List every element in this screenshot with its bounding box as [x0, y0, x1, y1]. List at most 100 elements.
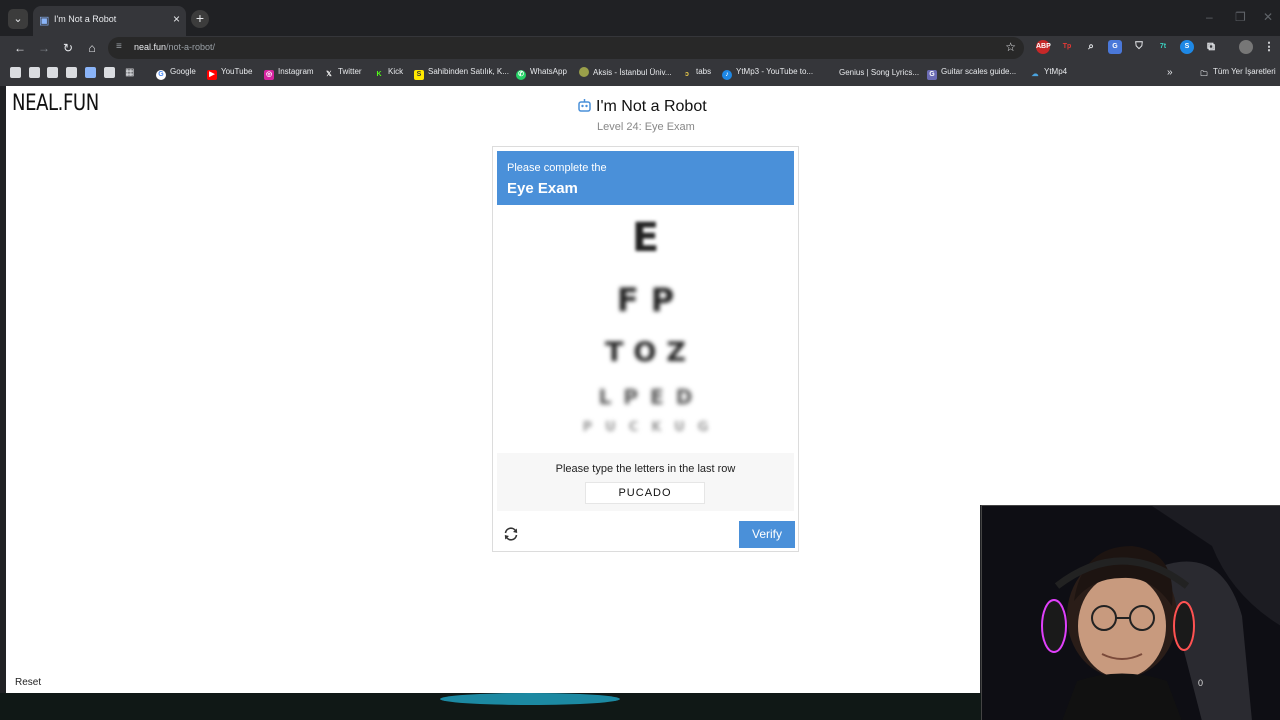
bookmark-guitar[interactable]: G Guitar scales guide...	[927, 67, 1017, 80]
home-icon[interactable]: ⌂	[83, 39, 101, 57]
more-bookmarks-icon[interactable]: »	[1167, 67, 1173, 79]
bookmark-tabs[interactable]: ↄ tabs	[682, 67, 711, 79]
tab-search-icon[interactable]: ⌄	[8, 9, 28, 29]
tabs-icon: ↄ	[685, 71, 689, 78]
back-icon[interactable]: ←	[11, 39, 29, 57]
verify-button[interactable]: Verify	[739, 521, 795, 548]
url-host: neal.fun	[134, 42, 167, 52]
bookmark-square-icon[interactable]	[29, 67, 40, 78]
bookmark-whatsapp[interactable]: ✆ WhatsApp	[516, 67, 567, 80]
answer-area: Please type the letters in the last row	[497, 453, 794, 511]
aksis-icon	[579, 67, 589, 77]
level-subtitle: Level 24: Eye Exam	[597, 121, 695, 133]
sync-extension-icon[interactable]: S	[1180, 40, 1194, 54]
bookmark-aksis[interactable]: Aksis - İstanbul Üniv...	[579, 67, 672, 79]
webcam-person-image	[982, 506, 1280, 720]
bookmark-square-icon[interactable]	[10, 67, 21, 78]
eye-chart-row-5: PUCKUG	[582, 420, 722, 435]
sahibinden-icon: S	[414, 70, 424, 80]
bookmark-kick[interactable]: K Kick	[374, 67, 403, 79]
instagram-icon: ◎	[264, 70, 274, 80]
search-extension-icon[interactable]: ⌕	[1084, 40, 1098, 54]
close-icon[interactable]: ×	[173, 12, 180, 26]
bookmark-square-icon[interactable]	[47, 67, 58, 78]
bookmark-label: Twitter	[338, 67, 362, 76]
eye-chart-row-1: E	[631, 215, 660, 261]
genius-icon	[825, 67, 835, 77]
reset-button[interactable]: Reset	[15, 677, 41, 688]
bookmark-sahibinden[interactable]: S Sahibinden Satılık, K...	[414, 67, 509, 80]
translate-extension-icon[interactable]: G	[1108, 40, 1122, 54]
eye-chart-row-3: TOZ	[605, 337, 696, 368]
active-tab[interactable]: ▣ I'm Not a Robot ×	[33, 6, 186, 36]
robot-icon: ▣	[39, 15, 50, 27]
tab-title: I'm Not a Robot	[54, 14, 117, 24]
guitar-icon: G	[927, 70, 937, 80]
bookmark-square-icon[interactable]	[104, 67, 115, 78]
title-text: I'm Not a Robot	[596, 98, 707, 115]
apps-grid-icon[interactable]: ▦	[125, 67, 134, 79]
bookmark-star-icon[interactable]: ☆	[1005, 40, 1016, 54]
bookmark-twitter[interactable]: 𝕏 Twitter	[324, 67, 362, 79]
forward-icon[interactable]: →	[35, 39, 53, 57]
desktop-glow	[440, 693, 620, 705]
google-icon: G	[156, 70, 166, 80]
minimize-icon[interactable]: –	[1206, 10, 1213, 24]
new-tab-button[interactable]: +	[191, 10, 209, 28]
bookmark-ytmp3[interactable]: ♪ YtMp3 - YouTube to...	[722, 67, 814, 80]
answer-input[interactable]	[585, 482, 705, 504]
folder-icon: 🗀	[1200, 71, 1208, 78]
all-bookmarks-folder[interactable]: 🗀 Tüm Yer İşaretleri	[1199, 67, 1276, 79]
page-content-right	[980, 86, 1280, 505]
site-logo[interactable]: NEAL.FUN	[12, 91, 99, 116]
reload-icon[interactable]: ↻	[59, 39, 77, 57]
refresh-icon[interactable]	[502, 525, 520, 543]
tv-extension-icon[interactable]: 7t	[1156, 40, 1170, 54]
bookmark-label: Genius | Song Lyrics...	[839, 68, 920, 77]
tab-bar: ⌄ ▣ I'm Not a Robot × + – ❐ ✕	[0, 0, 1280, 36]
kick-icon: K	[376, 71, 382, 78]
menu-kebab-icon[interactable]: ⋮	[1262, 40, 1276, 54]
bookmark-label: YouTube	[221, 67, 253, 76]
bookmark-label: Tüm Yer İşaretleri	[1213, 67, 1276, 76]
window-close-icon[interactable]: ✕	[1263, 10, 1273, 24]
bookmark-label: tabs	[696, 67, 712, 76]
captcha-card: Please complete the Eye Exam E FP TOZ LP…	[492, 146, 799, 552]
youtube-icon: ▶	[207, 70, 217, 80]
bookmark-square-icon[interactable]	[85, 67, 96, 78]
webcam-overlay: 0	[981, 505, 1280, 720]
captcha-header-instruction: Please complete the	[507, 162, 607, 174]
adblock-extension-icon[interactable]: ABP	[1036, 40, 1051, 54]
site-info-icon[interactable]: ≡	[116, 41, 122, 52]
browser-toolbar: ← → ↻ ⌂ ≡ neal.fun/not-a-robot/ ☆ ABP Tp…	[0, 36, 1280, 60]
bookmark-label: Instagram	[278, 67, 314, 76]
bookmark-label: Kick	[388, 67, 404, 76]
url-path: /not-a-robot/	[166, 42, 216, 52]
eye-chart-row-2: FP	[616, 281, 687, 319]
eye-chart-row-4: LPED	[598, 385, 705, 409]
extensions-puzzle-icon[interactable]: ⧉	[1204, 40, 1218, 54]
page-title: I'm Not a Robot	[577, 98, 707, 118]
ytmp3-icon: ♪	[722, 70, 732, 80]
captcha-header-title: Eye Exam	[507, 180, 578, 197]
tp-extension-icon[interactable]: Tp	[1060, 40, 1074, 54]
bookmark-instagram[interactable]: ◎ Instagram	[264, 67, 314, 80]
bookmark-square-icon[interactable]	[66, 67, 77, 78]
shield-extension-icon[interactable]: ⛉	[1132, 40, 1146, 54]
profile-avatar-icon[interactable]	[1239, 40, 1253, 54]
bookmark-label: Guitar scales guide...	[941, 67, 1017, 76]
address-bar[interactable]: ≡ neal.fun/not-a-robot/ ☆	[108, 37, 1024, 59]
answer-prompt: Please type the letters in the last row	[555, 463, 736, 475]
bookmark-ytmp4[interactable]: ☁ YtMp4	[1030, 67, 1068, 79]
bookmark-youtube[interactable]: ▶ YouTube	[207, 67, 253, 80]
whatsapp-icon: ✆	[516, 70, 526, 80]
bookmark-label: WhatsApp	[530, 67, 567, 76]
maximize-icon[interactable]: ❐	[1235, 10, 1246, 24]
url-text[interactable]: neal.fun/not-a-robot/	[134, 42, 215, 52]
bookmark-label: YtMp3 - YouTube to...	[736, 67, 814, 76]
bookmark-genius[interactable]: Genius | Song Lyrics...	[825, 67, 919, 79]
bookmark-label: Aksis - İstanbul Üniv...	[593, 68, 672, 77]
bookmark-label: Google	[170, 67, 196, 76]
bookmark-google[interactable]: G Google	[156, 67, 196, 80]
captcha-header: Please complete the Eye Exam	[497, 151, 794, 205]
